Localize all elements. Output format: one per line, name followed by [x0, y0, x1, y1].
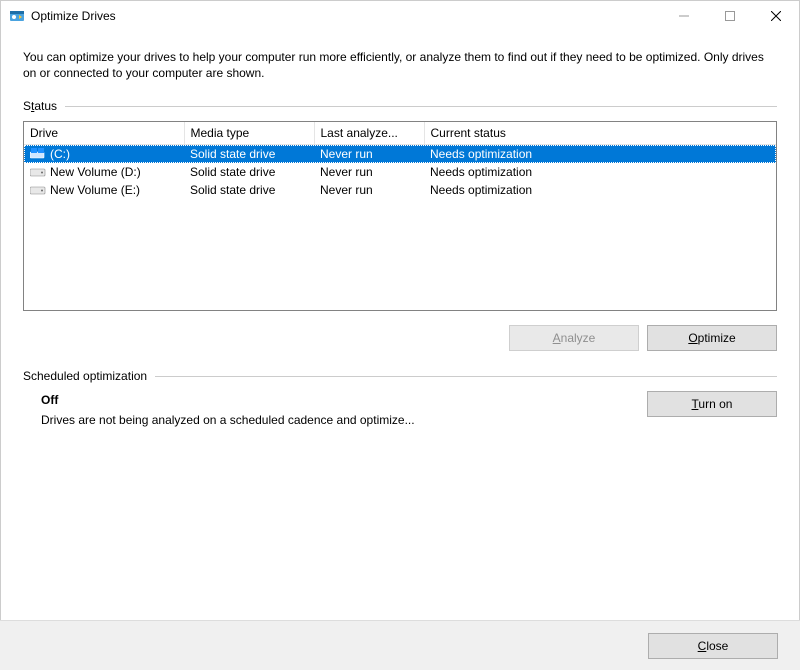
col-last[interactable]: Last analyze...: [314, 122, 424, 145]
optimize-ul: O: [688, 331, 697, 345]
drive-last: Never run: [314, 163, 424, 181]
drive-icon: [30, 166, 46, 178]
drive-last: Never run: [314, 181, 424, 199]
drive-name: New Volume (D:): [50, 165, 141, 179]
dialog-footer: Close: [0, 620, 800, 670]
table-header-row[interactable]: Drive Media type Last analyze... Current…: [24, 122, 776, 145]
status-section-label: Status: [23, 99, 777, 113]
status-label-pre: S: [23, 99, 31, 113]
drives-table[interactable]: Drive Media type Last analyze... Current…: [23, 121, 777, 311]
drive-status: Needs optimization: [424, 145, 776, 164]
col-drive[interactable]: Drive: [24, 122, 184, 145]
table-row[interactable]: New Volume (D:) Solid state driveNever ru…: [24, 163, 776, 181]
close-button[interactable]: Close: [648, 633, 778, 659]
drive-status: Needs optimization: [424, 163, 776, 181]
close-window-button[interactable]: [753, 1, 799, 31]
sched-detail: Drives are not being analyzed on a sched…: [41, 413, 635, 427]
drive-name: New Volume (E:): [50, 183, 140, 197]
close-rest: lose: [706, 639, 728, 653]
analyze-button[interactable]: Analyze: [509, 325, 639, 351]
sched-state: Off: [41, 393, 635, 407]
app-icon: [9, 8, 25, 24]
col-status[interactable]: Current status: [424, 122, 776, 145]
drive-last: Never run: [314, 145, 424, 164]
table-row[interactable]: New Volume (E:) Solid state driveNever ru…: [24, 181, 776, 199]
window-title: Optimize Drives: [31, 9, 116, 23]
drive-media: Solid state drive: [184, 145, 314, 164]
optimize-rest: ptimize: [698, 331, 736, 345]
titlebar: Optimize Drives: [1, 1, 799, 31]
drive-media: Solid state drive: [184, 163, 314, 181]
analyze-ul: A: [553, 331, 561, 345]
drive-status: Needs optimization: [424, 181, 776, 199]
drive-name: (C:): [50, 147, 70, 161]
maximize-button[interactable]: [707, 1, 753, 31]
col-media[interactable]: Media type: [184, 122, 314, 145]
drive-icon: [30, 184, 46, 196]
minimize-button[interactable]: [661, 1, 707, 31]
table-row[interactable]: (C:) Solid state driveNever runNeeds opti…: [24, 145, 776, 164]
analyze-rest: nalyze: [561, 331, 596, 345]
status-label-post: atus: [34, 99, 57, 113]
description-text: You can optimize your drives to help you…: [23, 49, 777, 81]
sched-label: Scheduled optimization: [23, 369, 147, 383]
sched-section-label: Scheduled optimization: [23, 369, 777, 383]
turn-on-button[interactable]: Turn on: [647, 391, 777, 417]
drive-media: Solid state drive: [184, 181, 314, 199]
optimize-button[interactable]: Optimize: [647, 325, 777, 351]
drive-icon: [30, 148, 46, 160]
turnon-rest: urn on: [698, 397, 732, 411]
